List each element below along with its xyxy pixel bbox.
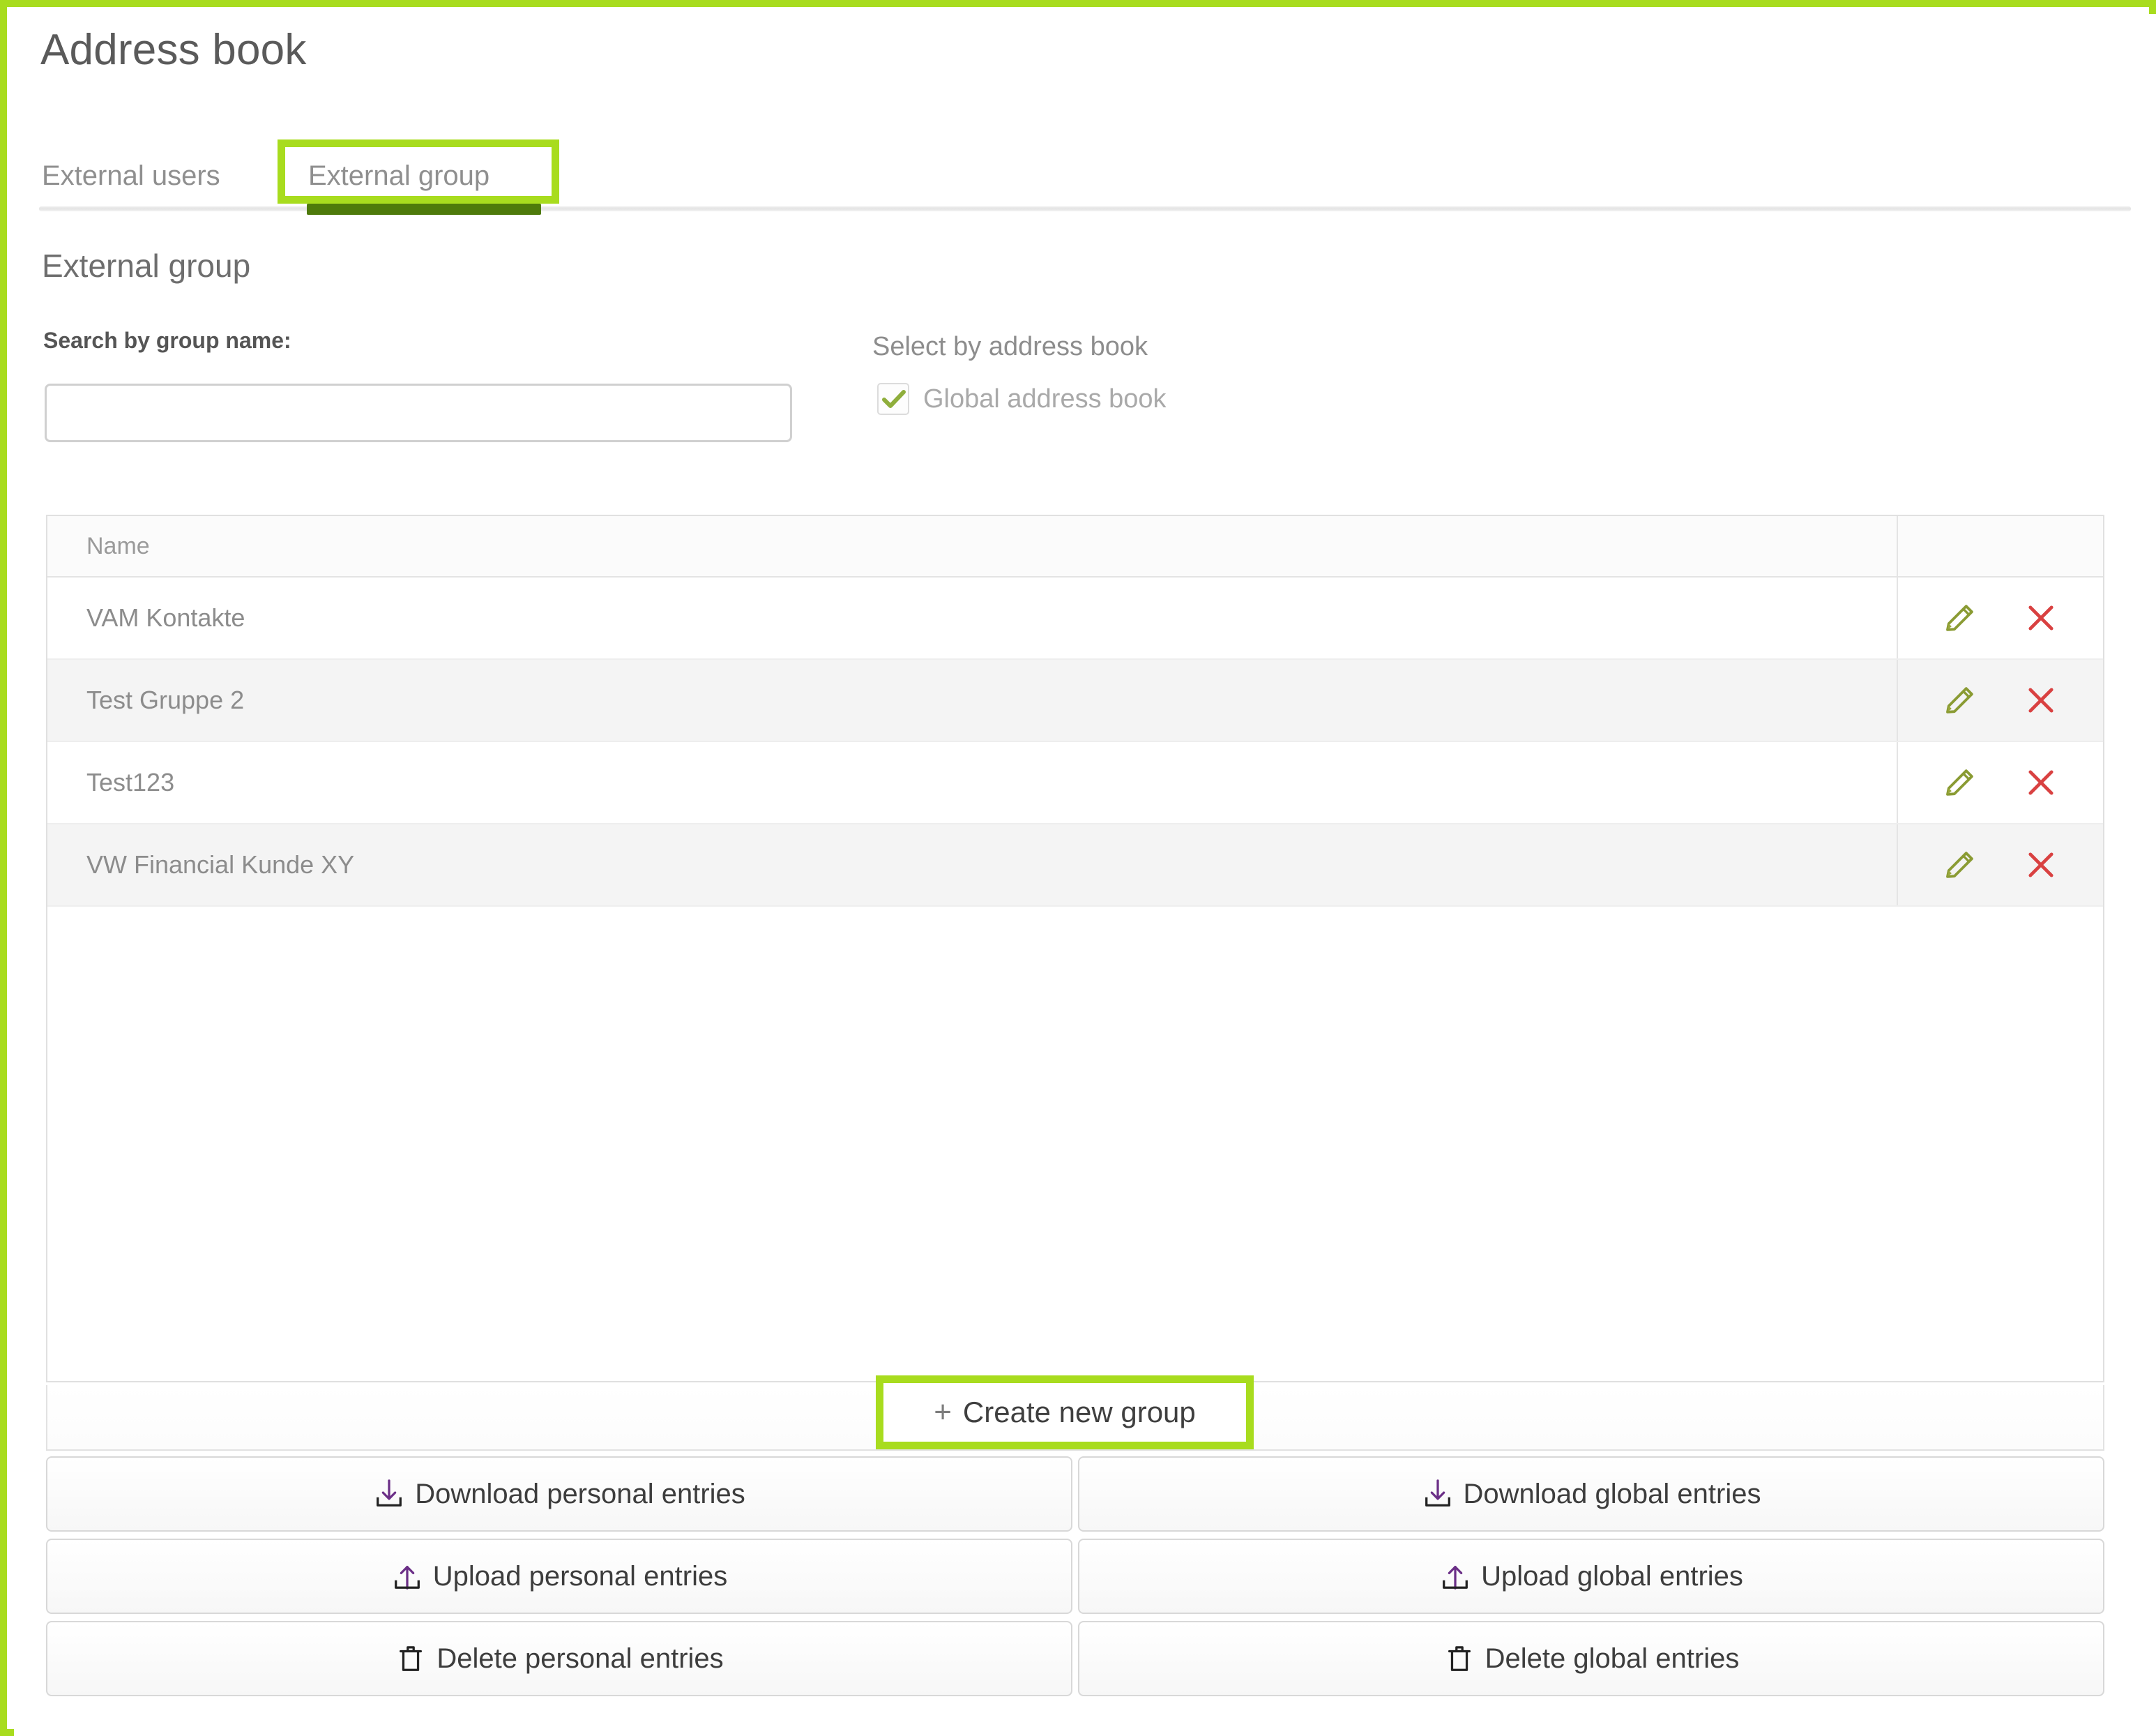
- group-name-cell: VW Financial Kunde XY: [86, 850, 355, 879]
- upload-icon: [1439, 1560, 1471, 1592]
- global-address-book-row[interactable]: Global address book: [877, 379, 1167, 418]
- tab-external-users[interactable]: External users: [42, 144, 220, 208]
- delete-group-button[interactable]: [2021, 680, 2061, 720]
- action-button-label: Upload personal entries: [432, 1560, 728, 1592]
- pencil-icon: [1946, 687, 1973, 714]
- create-new-group-label: Create new group: [962, 1396, 1196, 1428]
- create-new-group-button[interactable]: + Create new group: [876, 1375, 1254, 1449]
- search-label: Search by group name:: [43, 328, 291, 353]
- upload-icon: [391, 1560, 423, 1592]
- download-global-entries-button[interactable]: Download global entries: [1078, 1456, 2104, 1532]
- close-x-icon: [2028, 852, 2053, 877]
- download-icon: [1422, 1478, 1454, 1510]
- table-row[interactable]: Test123: [47, 742, 2103, 824]
- page-content: Address book External users External gro…: [14, 14, 2156, 1736]
- edit-group-button[interactable]: [1940, 598, 1980, 638]
- tab-external-group[interactable]: External group: [308, 144, 489, 208]
- search-input[interactable]: [45, 384, 792, 442]
- global-address-book-checkbox[interactable]: [877, 383, 909, 415]
- create-new-group-row: + Create new group: [46, 1375, 2104, 1451]
- group-name-cell: VAM Kontakte: [86, 603, 245, 632]
- pencil-icon: [1946, 852, 1973, 878]
- action-button-label: Delete personal entries: [436, 1643, 724, 1674]
- external-group-table: Name VAM Kontakte Test Gruppe 2 Test123 VW …: [46, 515, 2104, 1382]
- checkmark-icon: [882, 390, 906, 408]
- close-x-icon: [2028, 605, 2053, 631]
- delete-group-button[interactable]: [2021, 845, 2061, 885]
- address-book-filter-label: Select by address book: [872, 332, 1148, 361]
- delete-group-button[interactable]: [2021, 762, 2061, 803]
- edit-group-button[interactable]: [1940, 845, 1980, 885]
- row-actions-cell: [1897, 660, 2103, 741]
- action-button-label: Upload global entries: [1481, 1560, 1743, 1592]
- action-button-label: Download personal entries: [415, 1478, 745, 1509]
- trash-icon: [1443, 1643, 1475, 1675]
- column-header-actions: [1897, 516, 2103, 576]
- row-actions-cell: [1897, 824, 2103, 905]
- delete-group-button[interactable]: [2021, 598, 2061, 638]
- plus-icon: +: [934, 1395, 952, 1429]
- table-row[interactable]: Test Gruppe 2: [47, 660, 2103, 742]
- table-header-row: Name: [47, 516, 2103, 578]
- row-actions-cell: [1897, 578, 2103, 658]
- delete-global-entries-button[interactable]: Delete global entries: [1078, 1621, 2104, 1696]
- table-empty-area: [47, 907, 2103, 1368]
- bulk-actions-grid: Download personal entries Download global…: [46, 1456, 2104, 1699]
- group-name-cell: Test123: [86, 768, 175, 797]
- global-address-book-label: Global address book: [923, 384, 1167, 414]
- table-row[interactable]: VW Financial Kunde XY: [47, 824, 2103, 907]
- section-heading: External group: [42, 248, 251, 284]
- page-title: Address book: [40, 26, 307, 74]
- close-x-icon: [2028, 688, 2053, 713]
- edit-group-button[interactable]: [1940, 680, 1980, 720]
- table-body: VAM Kontakte Test Gruppe 2 Test123 VW Finan…: [47, 578, 2103, 907]
- highlighted-page-frame: Address book External users External gro…: [0, 0, 2156, 1736]
- action-button-label: Delete global entries: [1485, 1643, 1740, 1674]
- active-tab-underline: [307, 204, 541, 215]
- trash-icon: [395, 1643, 427, 1675]
- delete-personal-entries-button[interactable]: Delete personal entries: [46, 1621, 1072, 1696]
- table-row[interactable]: VAM Kontakte: [47, 578, 2103, 660]
- pencil-icon: [1946, 605, 1973, 631]
- edit-group-button[interactable]: [1940, 762, 1980, 803]
- upload-personal-entries-button[interactable]: Upload personal entries: [46, 1539, 1072, 1614]
- upload-global-entries-button[interactable]: Upload global entries: [1078, 1539, 2104, 1614]
- pencil-icon: [1946, 769, 1973, 796]
- row-actions-cell: [1897, 742, 2103, 823]
- column-header-name: Name: [86, 533, 150, 559]
- action-button-label: Download global entries: [1463, 1478, 1761, 1509]
- group-name-cell: Test Gruppe 2: [86, 686, 245, 714]
- download-personal-entries-button[interactable]: Download personal entries: [46, 1456, 1072, 1532]
- close-x-icon: [2028, 770, 2053, 795]
- download-icon: [373, 1478, 405, 1510]
